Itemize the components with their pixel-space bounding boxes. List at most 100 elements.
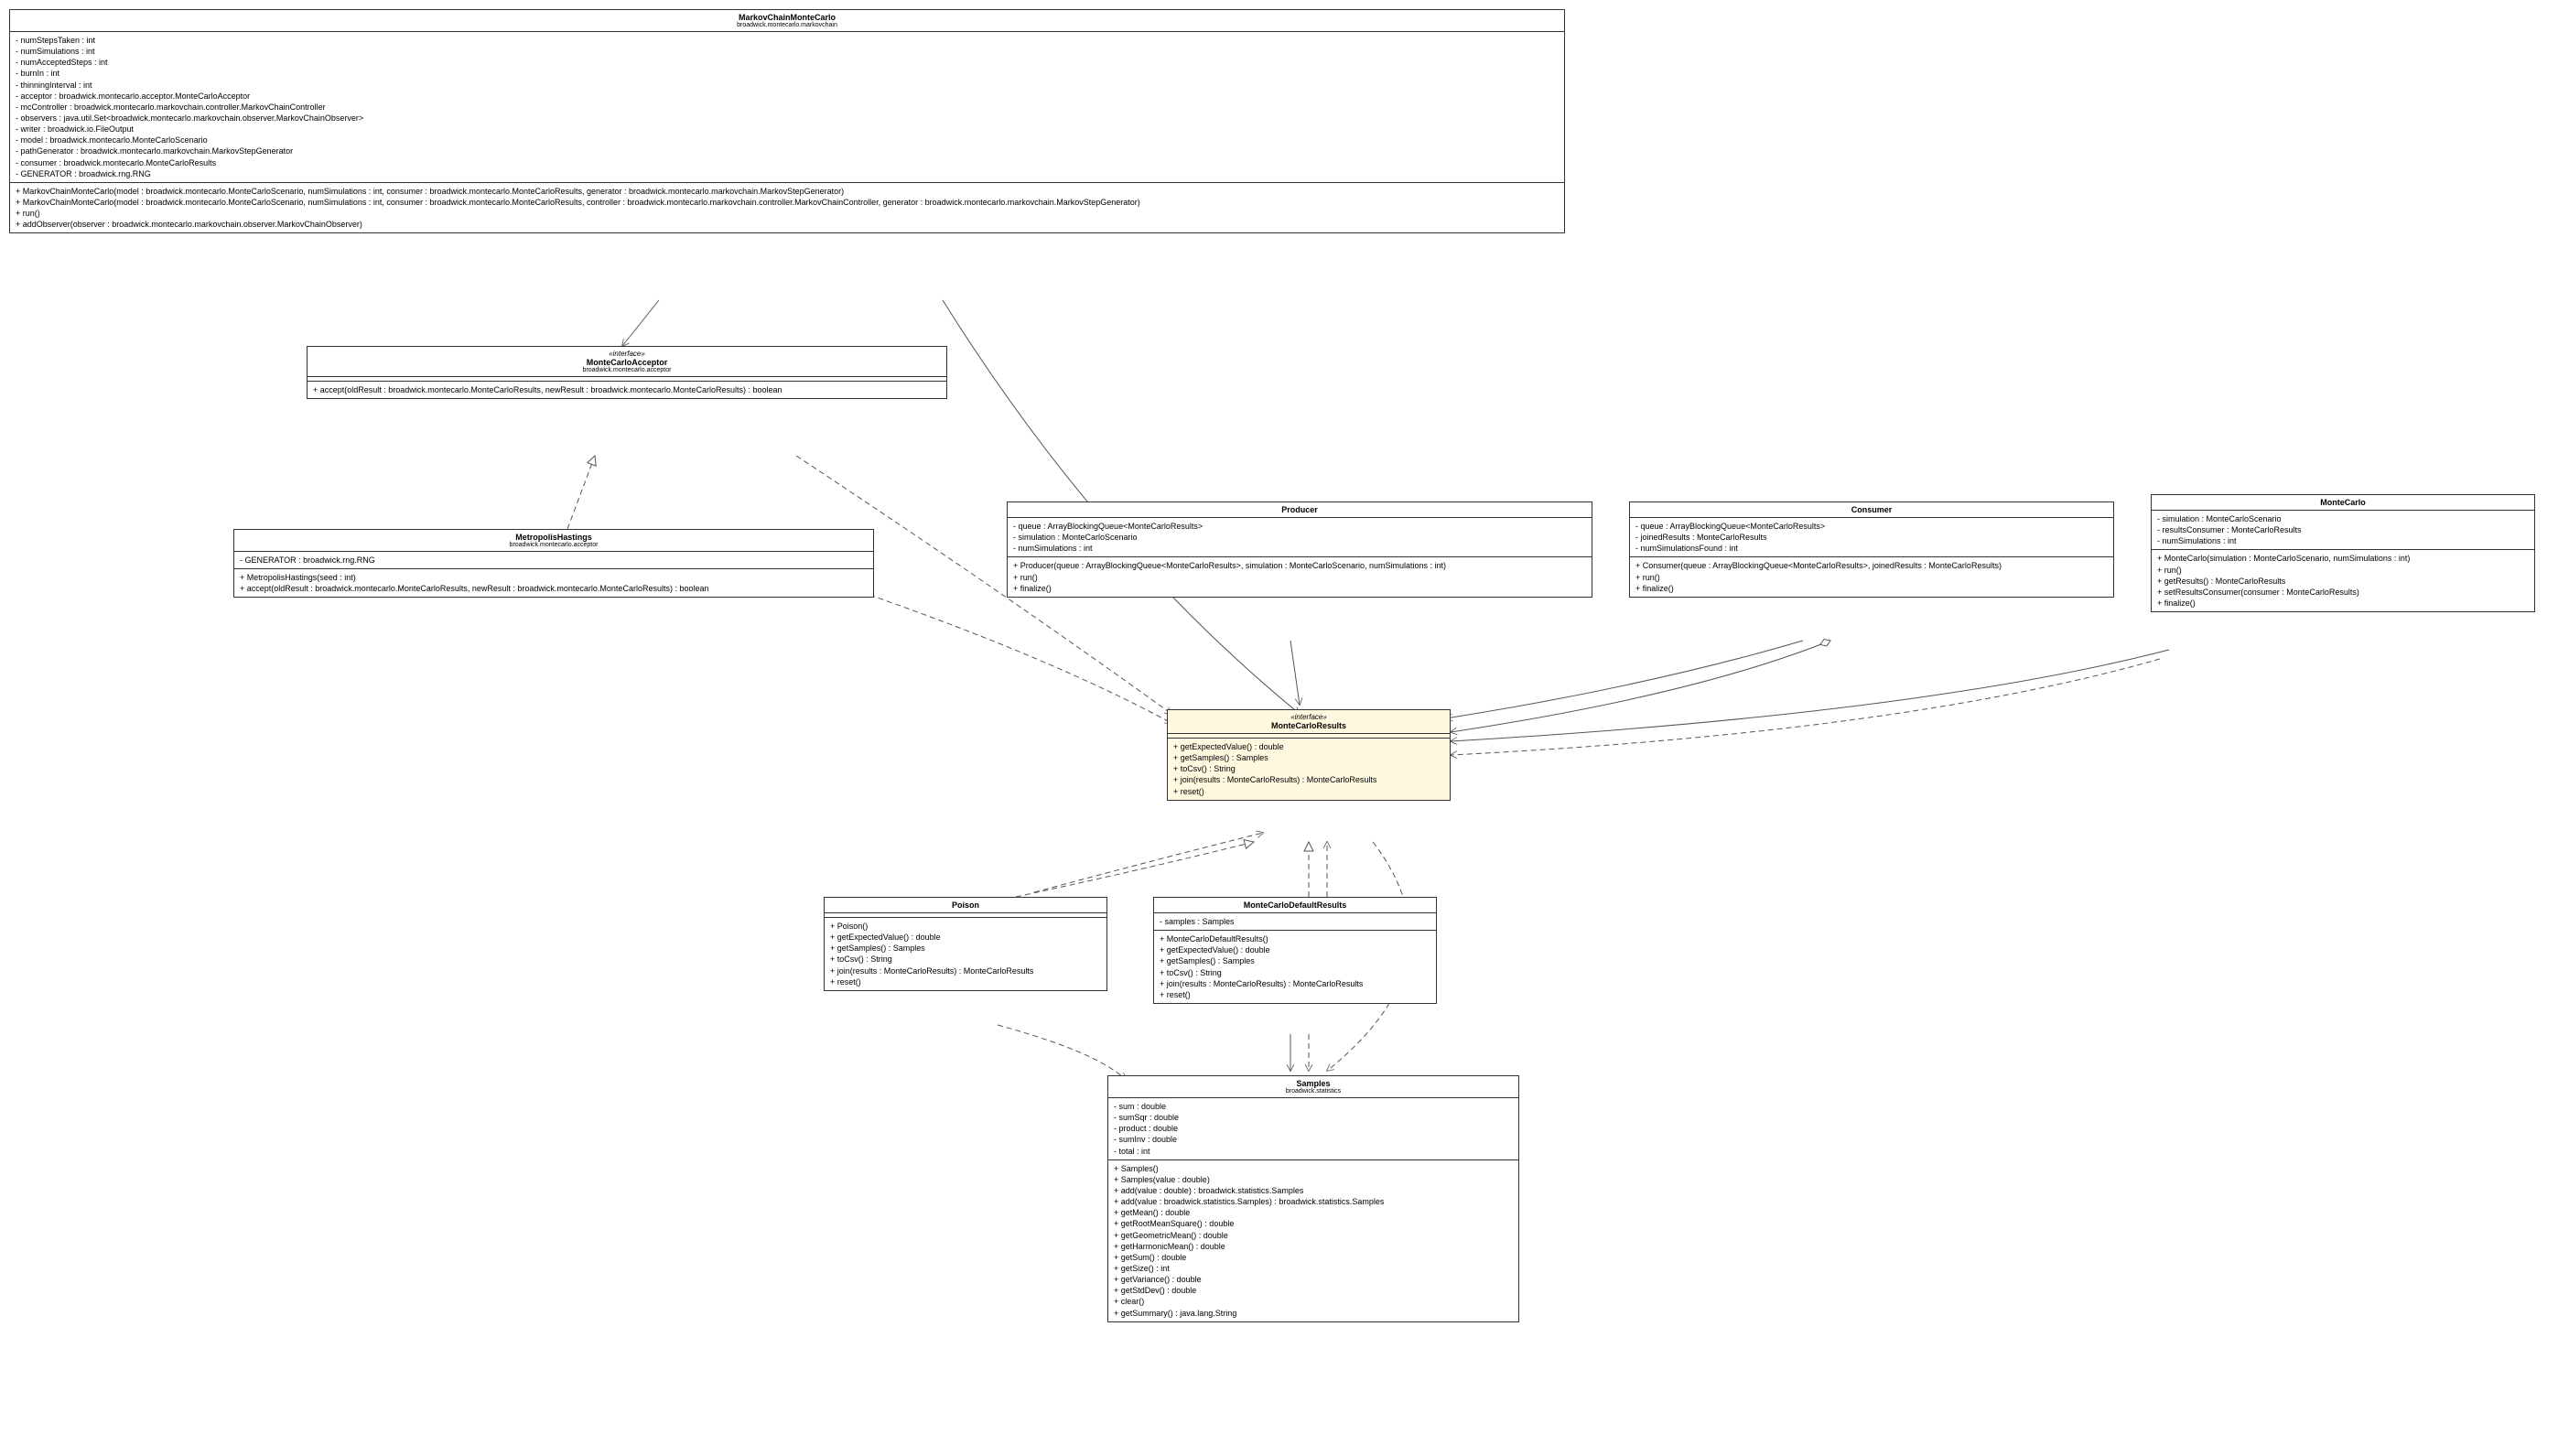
- operations-section: + MarkovChainMonteCarlo(model : broadwic…: [10, 183, 1564, 233]
- attributes-section: - numStepsTaken : int - numSimulations :…: [10, 32, 1564, 183]
- attribute: - sum : double: [1114, 1101, 1513, 1112]
- operation: + setResultsConsumer(consumer : MonteCar…: [2157, 587, 2529, 598]
- class-title: MonteCarloResults: [1271, 721, 1346, 730]
- operation: + clear(): [1114, 1296, 1513, 1307]
- operation: + run(): [16, 208, 1559, 219]
- operation: + finalize(): [1013, 583, 1586, 594]
- operation: + getHarmonicMean() : double: [1114, 1241, 1513, 1252]
- operation: + run(): [2157, 565, 2529, 576]
- interface-monte-carlo-results: «interface» MonteCarloResults + getExpec…: [1167, 709, 1451, 801]
- operation: + MarkovChainMonteCarlo(model : broadwic…: [16, 197, 1559, 208]
- attribute: - burnIn : int: [16, 68, 1559, 79]
- operation: + getSum() : double: [1114, 1252, 1513, 1263]
- operation: + getResults() : MonteCarloResults: [2157, 576, 2529, 587]
- operation: + getRootMeanSquare() : double: [1114, 1218, 1513, 1229]
- class-consumer: Consumer - queue : ArrayBlockingQueue<Mo…: [1629, 502, 2114, 598]
- operation: + join(results : MonteCarloResults) : Mo…: [1160, 978, 1430, 989]
- class-package: broadwick.montecarlo.acceptor: [240, 542, 868, 548]
- class-title: Consumer: [1851, 505, 1893, 514]
- class-title: MonteCarloAcceptor: [587, 358, 668, 367]
- attribute: - GENERATOR : broadwick.rng.RNG: [16, 168, 1559, 179]
- attribute: - numSimulations : int: [1013, 543, 1586, 554]
- attribute: - consumer : broadwick.montecarlo.MonteC…: [16, 157, 1559, 168]
- attribute: - acceptor : broadwick.montecarlo.accept…: [16, 91, 1559, 102]
- operation: + join(results : MonteCarloResults) : Mo…: [830, 965, 1101, 976]
- attribute: - simulation : MonteCarloScenario: [2157, 513, 2529, 524]
- operation: + MonteCarloDefaultResults(): [1160, 933, 1430, 944]
- class-samples: Samples broadwick.statistics - sum : dou…: [1107, 1075, 1519, 1322]
- operation: + Poison(): [830, 921, 1101, 932]
- attribute: - model : broadwick.montecarlo.MonteCarl…: [16, 135, 1559, 146]
- attribute: - sumInv : double: [1114, 1134, 1513, 1145]
- operation: + getSamples() : Samples: [830, 943, 1101, 954]
- operation: + reset(): [1173, 786, 1444, 797]
- attribute: - queue : ArrayBlockingQueue<MonteCarloR…: [1013, 521, 1586, 532]
- operation: + run(): [1635, 572, 2108, 583]
- class-package: broadwick.montecarlo.markovchain: [16, 22, 1559, 28]
- operation: + accept(oldResult : broadwick.montecarl…: [240, 583, 868, 594]
- attribute: - total : int: [1114, 1146, 1513, 1157]
- class-title: MonteCarlo: [2320, 498, 2366, 507]
- stereotype: «interface»: [313, 350, 941, 358]
- attribute: - joinedResults : MonteCarloResults: [1635, 532, 2108, 543]
- operation: + add(value : broadwick.statistics.Sampl…: [1114, 1196, 1513, 1207]
- class-package: broadwick.statistics: [1114, 1088, 1513, 1095]
- operation: + addObserver(observer : broadwick.monte…: [16, 219, 1559, 230]
- operation: + getExpectedValue() : double: [830, 932, 1101, 943]
- attribute: - simulation : MonteCarloScenario: [1013, 532, 1586, 543]
- class-package: broadwick.montecarlo.acceptor: [313, 367, 941, 373]
- operation: + finalize(): [1635, 583, 2108, 594]
- operation: + finalize(): [2157, 598, 2529, 609]
- operation: + getSamples() : Samples: [1160, 955, 1430, 966]
- operation: + add(value : double) : broadwick.statis…: [1114, 1185, 1513, 1196]
- operation: + Consumer(queue : ArrayBlockingQueue<Mo…: [1635, 560, 2108, 571]
- operation: + Producer(queue : ArrayBlockingQueue<Mo…: [1013, 560, 1586, 571]
- operation: + MonteCarlo(simulation : MonteCarloScen…: [2157, 553, 2529, 564]
- operation: + getStdDev() : double: [1114, 1285, 1513, 1296]
- class-poison: Poison + Poison() + getExpectedValue() :…: [824, 897, 1107, 991]
- class-markov-chain-monte-carlo: MarkovChainMonteCarlo broadwick.montecar…: [9, 9, 1565, 233]
- class-monte-carlo-default-results: MonteCarloDefaultResults - samples : Sam…: [1153, 897, 1437, 1004]
- operation: + MetropolisHastings(seed : int): [240, 572, 868, 583]
- class-metropolis-hastings: MetropolisHastings broadwick.montecarlo.…: [233, 529, 874, 598]
- attribute: - numAcceptedSteps : int: [16, 57, 1559, 68]
- operation: + getExpectedValue() : double: [1173, 741, 1444, 752]
- operation: + accept(oldResult : broadwick.montecarl…: [313, 384, 941, 395]
- attribute: - samples : Samples: [1160, 916, 1430, 927]
- operation: + Samples(): [1114, 1163, 1513, 1174]
- attribute: - mcController : broadwick.montecarlo.ma…: [16, 102, 1559, 113]
- operation: + toCsv() : String: [1160, 967, 1430, 978]
- class-title: Producer: [1281, 505, 1318, 514]
- class-producer: Producer - queue : ArrayBlockingQueue<Mo…: [1007, 502, 1592, 598]
- class-title: MonteCarloDefaultResults: [1244, 901, 1347, 910]
- attribute: - queue : ArrayBlockingQueue<MonteCarloR…: [1635, 521, 2108, 532]
- attribute: - product : double: [1114, 1123, 1513, 1134]
- operation: + toCsv() : String: [830, 954, 1101, 965]
- operation: + reset(): [830, 976, 1101, 987]
- attribute: - numSimulations : int: [16, 46, 1559, 57]
- operation: + join(results : MonteCarloResults) : Mo…: [1173, 774, 1444, 785]
- operation: + reset(): [1160, 989, 1430, 1000]
- operation: + getVariance() : double: [1114, 1274, 1513, 1285]
- attribute: - resultsConsumer : MonteCarloResults: [2157, 524, 2529, 535]
- operation: + getSamples() : Samples: [1173, 752, 1444, 763]
- attribute: - numSimulationsFound : int: [1635, 543, 2108, 554]
- attribute: - pathGenerator : broadwick.montecarlo.m…: [16, 146, 1559, 156]
- attribute: - writer : broadwick.io.FileOutput: [16, 124, 1559, 135]
- attribute: - numStepsTaken : int: [16, 35, 1559, 46]
- attribute: - observers : java.util.Set<broadwick.mo…: [16, 113, 1559, 124]
- class-title: Poison: [952, 901, 979, 910]
- attribute: - numSimulations : int: [2157, 535, 2529, 546]
- attribute: - GENERATOR : broadwick.rng.RNG: [240, 555, 868, 566]
- interface-monte-carlo-acceptor: «interface» MonteCarloAcceptor broadwick…: [307, 346, 947, 399]
- operation: + MarkovChainMonteCarlo(model : broadwic…: [16, 186, 1559, 197]
- operation: + getSummary() : java.lang.String: [1114, 1308, 1513, 1319]
- attribute: - sumSqr : double: [1114, 1112, 1513, 1123]
- class-title: Samples: [1296, 1079, 1330, 1088]
- class-monte-carlo: MonteCarlo - simulation : MonteCarloScen…: [2151, 494, 2535, 612]
- operation: + getExpectedValue() : double: [1160, 944, 1430, 955]
- operation: + run(): [1013, 572, 1586, 583]
- operation: + toCsv() : String: [1173, 763, 1444, 774]
- class-title: MetropolisHastings: [515, 533, 592, 542]
- operation: + getGeometricMean() : double: [1114, 1230, 1513, 1241]
